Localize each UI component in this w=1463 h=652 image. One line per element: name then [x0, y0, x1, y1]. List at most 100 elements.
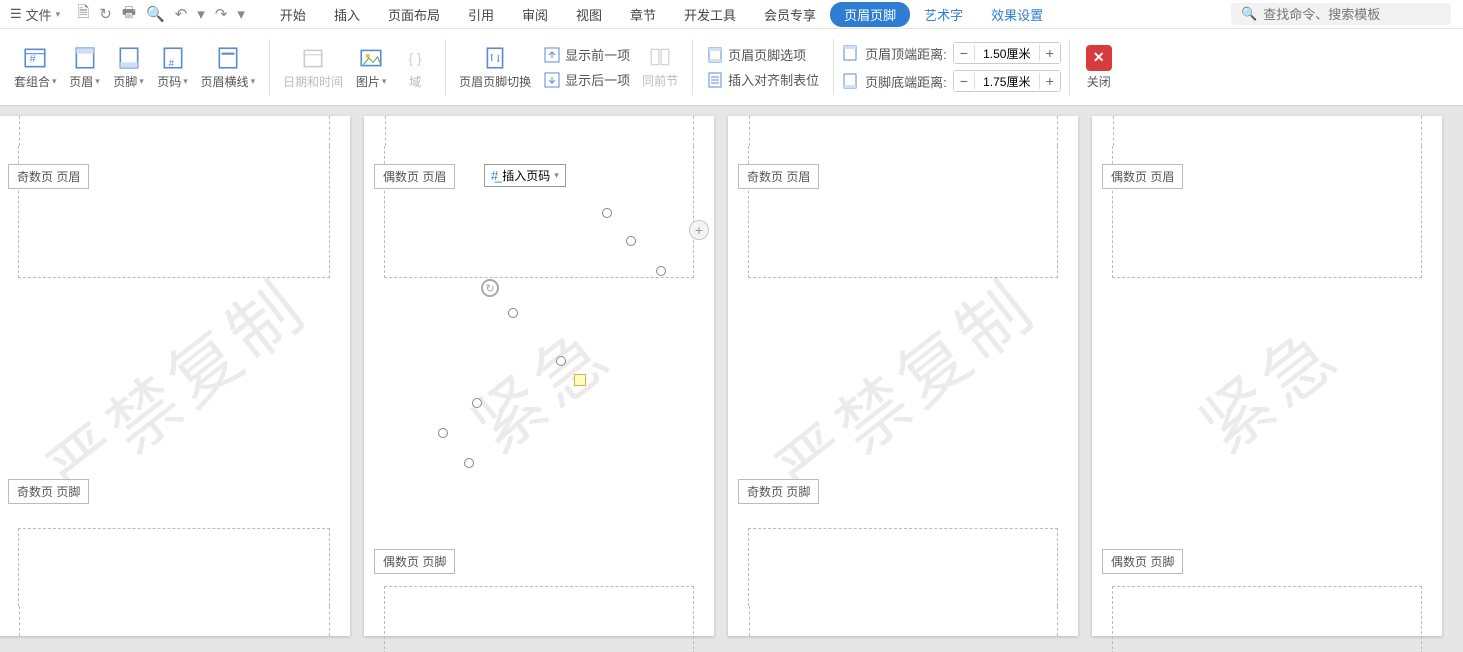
shape-handle[interactable] [464, 458, 474, 468]
header-line-button[interactable]: 页眉横线▾ [195, 41, 262, 94]
rotation-handle[interactable]: ↻ [481, 279, 499, 297]
quick-access-toolbar: 🗎 ↻ 🖶 🔍 ↶ ▾ ↷ ▾ [69, 2, 253, 27]
insert-align-tab-button[interactable]: 插入对齐制表位 [700, 68, 825, 91]
prev-icon [543, 46, 561, 64]
tab-wordart[interactable]: 艺术字 [910, 1, 977, 28]
tab-effects[interactable]: 效果设置 [977, 1, 1057, 28]
header-dist-input[interactable] [975, 46, 1039, 60]
shape-handle[interactable] [438, 428, 448, 438]
header-tag: 偶数页 页眉 [1102, 164, 1183, 189]
footer-dist-spinner[interactable]: − + [953, 70, 1061, 92]
shape-handle[interactable] [556, 356, 566, 366]
footer-dist-input[interactable] [975, 74, 1039, 88]
hf-switch-button[interactable]: 页眉页脚切换 [453, 41, 537, 94]
footer-zone[interactable] [384, 586, 694, 652]
page-2[interactable]: 偶数页 页眉 #̲ 插入页码 ▾ 紧急 ↻ + 偶数页 页脚 [364, 116, 714, 636]
pagenum-button[interactable]: # 页码▾ [151, 41, 195, 94]
chevron-down-icon: ▾ [554, 170, 559, 181]
same-prev-label: 同前节 [642, 72, 678, 89]
close-hf-button[interactable]: ✕ 关闭 [1077, 41, 1121, 94]
decrement-button[interactable]: − [954, 43, 974, 63]
ribbon-tabs: 开始 插入 页面布局 引用 审阅 视图 章节 开发工具 会员专享 页眉页脚 艺术… [266, 1, 1057, 28]
document-area: 奇数页 页眉 严禁复制 奇数页 页脚 偶数页 页眉 #̲ 插入页码 ▾ 紧急 ↻… [0, 106, 1463, 652]
picture-button[interactable]: 图片▾ [349, 41, 393, 94]
tab-section[interactable]: 章节 [616, 1, 670, 28]
header-button[interactable]: 页眉▾ [63, 41, 107, 94]
footer-label: 页脚 [113, 73, 137, 90]
insert-pagenum-label: 插入页码 [502, 167, 550, 184]
tab-review[interactable]: 审阅 [508, 1, 562, 28]
show-prev-label: 显示前一项 [565, 45, 630, 64]
combo-icon: # [21, 45, 49, 71]
chevron-down-icon: ▾ [56, 9, 61, 20]
search-box[interactable]: 🔍 [1231, 3, 1451, 25]
pagenum-small-icon: #̲ [491, 168, 498, 183]
same-prev-icon [649, 46, 671, 68]
tab-references[interactable]: 引用 [454, 1, 508, 28]
qat-customize-icon[interactable]: ▾ [237, 5, 245, 23]
tab-header-footer[interactable]: 页眉页脚 [830, 2, 910, 27]
file-menu[interactable]: ☰ 文件 ▾ [4, 3, 66, 26]
footer-dist-icon [841, 72, 859, 90]
decrement-button[interactable]: − [954, 71, 974, 91]
search-input[interactable] [1263, 7, 1433, 22]
shape-handle[interactable] [508, 308, 518, 318]
footer-dist-label: 页脚底端距离: [865, 72, 947, 91]
shape-handle[interactable] [626, 236, 636, 246]
shape-handle[interactable] [602, 208, 612, 218]
picture-label: 图片 [356, 73, 380, 90]
print-preview-icon[interactable]: 🔍 [146, 5, 165, 23]
close-icon: ✕ [1086, 45, 1112, 71]
refresh-icon[interactable]: ↻ [99, 5, 112, 23]
combo-button[interactable]: # 套组合▾ [8, 41, 63, 94]
field-button: { } 域 [393, 41, 437, 94]
tab-insert[interactable]: 插入 [320, 1, 374, 28]
ribbon-group-close: ✕ 关闭 [1069, 31, 1129, 103]
tab-view[interactable]: 视图 [562, 1, 616, 28]
adjust-handle[interactable] [574, 374, 586, 386]
search-icon: 🔍 [1241, 6, 1257, 22]
svg-text:#: # [30, 53, 36, 65]
shape-handle[interactable] [472, 398, 482, 408]
increment-button[interactable]: + [1040, 71, 1060, 91]
save-icon[interactable]: 🗎 [77, 2, 89, 27]
page-1[interactable]: 奇数页 页眉 严禁复制 奇数页 页脚 [0, 116, 350, 636]
footer-icon [115, 45, 143, 71]
chevron-down-icon: ▾ [251, 76, 256, 87]
footer-zone[interactable] [1112, 586, 1422, 652]
footer-tag: 奇数页 页脚 [738, 479, 819, 504]
same-prev-button: 同前节 [636, 44, 684, 91]
field-label: 域 [409, 73, 421, 90]
redo-icon[interactable]: ↷ [215, 5, 228, 23]
footer-button[interactable]: 页脚▾ [107, 41, 151, 94]
print-icon[interactable]: 🖶 [122, 2, 136, 27]
header-tag: 奇数页 页眉 [8, 164, 89, 189]
tab-start[interactable]: 开始 [266, 1, 320, 28]
page-4[interactable]: 偶数页 页眉 紧急 偶数页 页脚 [1092, 116, 1442, 636]
page-3[interactable]: 奇数页 页眉 严禁复制 奇数页 页脚 [728, 116, 1078, 636]
svg-text:#: # [168, 58, 174, 69]
distance-stack: 页眉顶端距离: − + 页脚底端距离: − + [841, 42, 1061, 92]
tab-member[interactable]: 会员专享 [750, 1, 830, 28]
shape-handle[interactable] [656, 266, 666, 276]
add-point-handle[interactable]: + [689, 220, 709, 240]
insert-pagenum-button[interactable]: #̲ 插入页码 ▾ [484, 164, 566, 187]
tab-devtools[interactable]: 开发工具 [670, 1, 750, 28]
header-dist-spinner[interactable]: − + [953, 42, 1061, 64]
undo-dropdown-icon[interactable]: ▾ [197, 5, 205, 23]
hf-options-button[interactable]: 页眉页脚选项 [700, 43, 825, 66]
show-prev-button[interactable]: 显示前一项 [537, 43, 636, 66]
footer-zone[interactable] [18, 528, 330, 606]
undo-icon[interactable]: ↶ [175, 5, 188, 23]
ribbon: # 套组合▾ 页眉▾ 页脚▾ # 页码▾ 页眉横线▾ 日期和时间 图片▾ [0, 28, 1463, 106]
hf-options-label: 页眉页脚选项 [728, 45, 806, 64]
ribbon-group-insert: 日期和时间 图片▾ { } 域 [269, 31, 445, 103]
chevron-down-icon: ▾ [139, 76, 144, 87]
datetime-label: 日期和时间 [283, 73, 343, 90]
header-icon [71, 45, 99, 71]
footer-zone[interactable] [748, 528, 1058, 606]
tab-layout[interactable]: 页面布局 [374, 1, 454, 28]
increment-button[interactable]: + [1040, 43, 1060, 63]
show-next-button[interactable]: 显示后一项 [537, 68, 636, 91]
chevron-down-icon: ▾ [183, 76, 188, 87]
